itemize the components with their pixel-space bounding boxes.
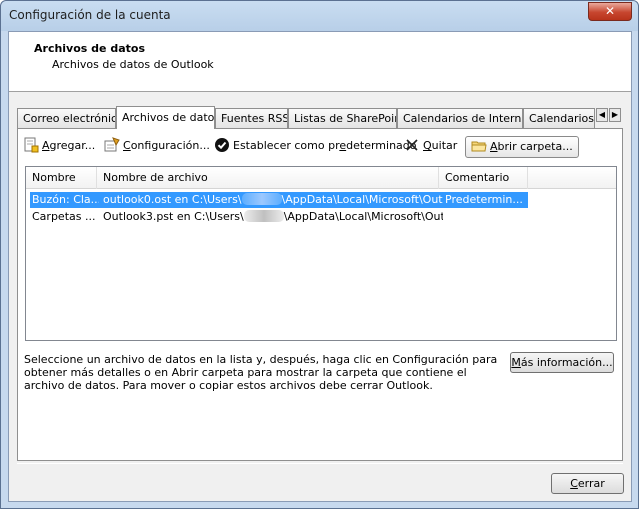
page-subtitle: Archivos de datos de Outlook — [52, 58, 214, 71]
row-filename: outlook0.ost en C:\Users\ \AppData\Local\… — [103, 192, 443, 208]
more-info-button[interactable]: Más información... — [510, 352, 614, 373]
column-header-name[interactable]: Nombre — [26, 167, 97, 189]
table-row[interactable]: Buzón: Cla... outlook0.ost en C:\Users\ \… — [30, 192, 528, 208]
remove-x-icon — [404, 137, 420, 153]
remove-label-post: uitar — [431, 139, 458, 152]
settings-label-post: onfiguración... — [130, 139, 210, 152]
row-comment — [445, 209, 528, 225]
more-info-label-hotkey: M — [511, 356, 521, 369]
help-text: Seleccione un archivo de datos en la lis… — [24, 353, 498, 392]
remove-button[interactable]: Quitar — [401, 136, 460, 158]
redacted-username — [243, 210, 284, 222]
add-label-post: gregar... — [49, 139, 96, 152]
row-filename-suffix: \AppData\Local\Microsoft\Outlook — [283, 210, 443, 223]
tab-scroll-left-icon[interactable]: ◀ — [596, 108, 608, 122]
header-panel: Archivos de datos Archivos de datos de O… — [9, 32, 631, 92]
window-close-button[interactable]: ✕ — [588, 2, 632, 21]
close-button[interactable]: Cerrar — [551, 473, 624, 494]
tab-scroll-right-icon[interactable]: ▶ — [609, 108, 621, 122]
checkmark-circle-icon — [214, 137, 230, 153]
tab-internet-calendars[interactable]: Calendarios de Internet — [397, 108, 523, 128]
data-files-list[interactable]: Nombre Nombre de archivo Comentario Buzó… — [25, 166, 617, 341]
open-folder-label-hotkey: A — [490, 140, 498, 153]
page-title: Archivos de datos — [34, 42, 145, 55]
tab-strip: Correo electrónico Archivos de datos Fue… — [17, 106, 623, 129]
account-settings-window: Configuración de la cuenta ✕ Archivos de… — [0, 0, 639, 509]
divider — [17, 463, 623, 464]
remove-label-hotkey: Q — [423, 139, 432, 152]
tab-data-files[interactable]: Archivos de datos — [116, 106, 215, 129]
row-filename: Outlook3.pst en C:\Users\ \AppData\Local\… — [103, 209, 443, 225]
list-header: Nombre Nombre de archivo Comentario — [26, 167, 616, 189]
add-label-hotkey: A — [42, 139, 50, 152]
set-default-label-pre: Establecer como pr — [233, 139, 340, 152]
dialog-client-area: Archivos de datos Archivos de datos de O… — [8, 31, 632, 502]
open-folder-button[interactable]: Abrir carpeta... — [465, 136, 579, 158]
add-button[interactable]: Agregar... — [20, 136, 98, 158]
tab-sharepoint-lists[interactable]: Listas de SharePoint — [288, 108, 397, 128]
row-filename-suffix: \AppData\Local\Microsoft\Outlook — [281, 193, 443, 206]
add-file-icon — [23, 137, 39, 153]
set-default-button[interactable]: Establecer como predeterminado — [211, 136, 420, 158]
row-name: Buzón: Cla... — [32, 193, 99, 206]
row-filename-prefix: outlook0.ost en C:\Users\ — [103, 193, 242, 206]
data-files-tab-page: Agregar... Configuración... Establecer c… — [17, 128, 623, 461]
table-row[interactable]: Carpetas ... Outlook3.pst en C:\Users\ \A… — [30, 209, 528, 225]
settings-icon — [104, 137, 120, 153]
toolbar: Agregar... Configuración... Establecer c… — [18, 129, 622, 158]
row-filename-prefix: Outlook3.pst en C:\Users\ — [103, 210, 244, 223]
window-title: Configuración de la cuenta — [9, 8, 171, 22]
settings-button[interactable]: Configuración... — [101, 136, 213, 158]
row-comment: Predetermin... — [445, 193, 523, 206]
open-folder-label-post: brir carpeta... — [497, 140, 573, 153]
close-label-hotkey: C — [570, 477, 578, 490]
column-header-filename[interactable]: Nombre de archivo — [97, 167, 439, 189]
row-name: Carpetas ... — [32, 210, 96, 223]
redacted-username — [241, 193, 282, 205]
tab-published-calendars[interactable]: Calendarios p — [523, 108, 595, 128]
close-label-post: errar — [577, 477, 605, 490]
settings-label-hotkey: C — [123, 139, 131, 152]
more-info-label-post: ás información... — [520, 356, 613, 369]
column-header-comment[interactable]: Comentario — [439, 167, 528, 189]
folder-icon — [471, 138, 487, 154]
tab-email[interactable]: Correo electrónico — [17, 108, 116, 128]
tab-rss-feeds[interactable]: Fuentes RSS — [215, 108, 288, 128]
title-bar: Configuración de la cuenta ✕ — [1, 1, 638, 31]
